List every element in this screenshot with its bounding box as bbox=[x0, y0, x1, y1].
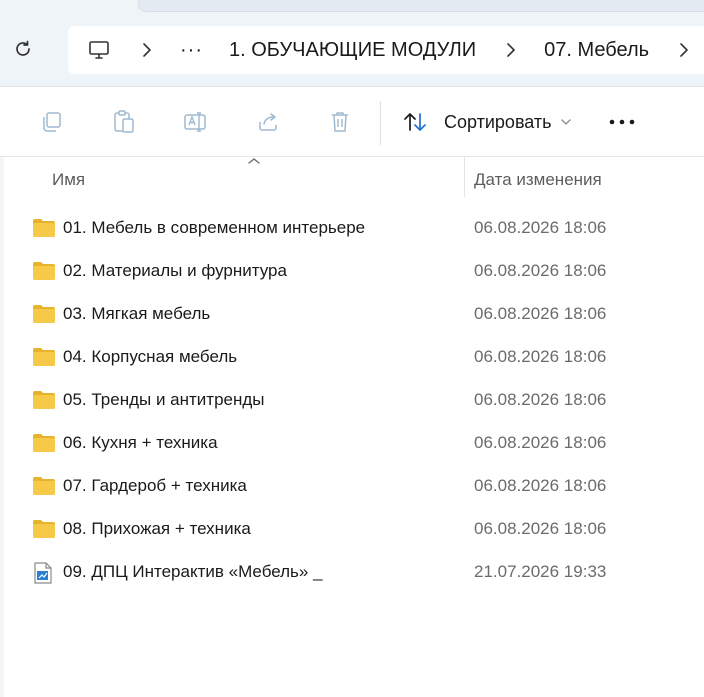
file-name: 06. Кухня + техника bbox=[63, 433, 218, 452]
this-pc-icon[interactable] bbox=[86, 37, 112, 63]
file-name: 08. Прихожая + техника bbox=[63, 519, 251, 538]
file-name: 04. Корпусная мебель bbox=[63, 347, 238, 366]
paste-icon[interactable] bbox=[111, 109, 137, 135]
folder-icon bbox=[32, 260, 56, 282]
shortcut-file-icon bbox=[32, 561, 56, 584]
sort-button[interactable]: Сортировать bbox=[402, 107, 572, 137]
file-list: 01. Мебель в современном интерьере 06.08.… bbox=[0, 206, 704, 593]
file-row[interactable]: 01. Мебель в современном интерьере 06.08.… bbox=[0, 206, 704, 249]
refresh-icon bbox=[16, 40, 30, 56]
file-name: 07. Гардероб + техника bbox=[63, 476, 247, 495]
file-name: 09. ДПЦ Интерактив «Мебель» _ bbox=[63, 562, 323, 581]
file-date-modified: 06.08.2026 18:06 bbox=[474, 476, 607, 495]
file-row[interactable]: 08. Прихожая + техника 06.08.2026 18:06 bbox=[0, 507, 704, 550]
file-row[interactable]: 03. Мягкая мебель 06.08.2026 18:06 bbox=[0, 292, 704, 335]
file-name: 02. Материалы и фурнитура bbox=[63, 261, 287, 280]
more-icon[interactable] bbox=[606, 107, 638, 137]
column-name[interactable]: Имя bbox=[52, 170, 85, 190]
file-name: 05. Тренды и антитренды bbox=[63, 390, 265, 409]
refresh-button[interactable] bbox=[8, 34, 38, 64]
breadcrumb-overflow[interactable]: ··· bbox=[180, 39, 203, 62]
file-row[interactable]: 06. Кухня + техника 06.08.2026 18:06 bbox=[0, 421, 704, 464]
rename-icon[interactable] bbox=[183, 109, 209, 135]
file-row[interactable]: 02. Материалы и фурнитура 06.08.2026 18:0… bbox=[0, 249, 704, 292]
delete-icon[interactable] bbox=[327, 109, 353, 135]
chevron-right-icon[interactable] bbox=[677, 40, 691, 60]
folder-icon bbox=[32, 346, 56, 368]
column-divider[interactable] bbox=[464, 157, 465, 197]
copy-icon[interactable] bbox=[39, 109, 65, 135]
sort-ascending-icon bbox=[248, 158, 260, 164]
folder-icon bbox=[32, 217, 56, 239]
file-name: 03. Мягкая мебель bbox=[63, 304, 211, 323]
file-name: 01. Мебель в современном интерьере bbox=[63, 218, 366, 237]
breadcrumb-furniture[interactable]: 07. Мебель bbox=[544, 39, 649, 62]
file-date-modified: 06.08.2026 18:06 bbox=[474, 433, 607, 452]
toolbar-divider bbox=[380, 101, 381, 145]
file-date-modified: 06.08.2026 18:06 bbox=[474, 347, 607, 366]
folder-icon bbox=[32, 475, 56, 497]
file-date-modified: 21.07.2026 19:33 bbox=[474, 562, 607, 581]
column-date-modified[interactable]: Дата изменения bbox=[474, 170, 602, 190]
sort-label: Сортировать bbox=[444, 111, 552, 132]
folder-icon bbox=[32, 518, 56, 540]
file-date-modified: 06.08.2026 18:06 bbox=[474, 390, 607, 409]
chevron-right-icon[interactable] bbox=[140, 40, 154, 60]
chevron-down-icon bbox=[560, 119, 571, 125]
chevron-right-icon[interactable] bbox=[504, 40, 518, 60]
address-bar[interactable]: ··· 1. ОБУЧАЮЩИЕ МОДУЛИ 07. Мебель bbox=[68, 26, 704, 74]
file-row[interactable]: 07. Гардероб + техника 06.08.2026 18:06 bbox=[0, 464, 704, 507]
file-date-modified: 06.08.2026 18:06 bbox=[474, 261, 607, 280]
command-bar: Сортировать bbox=[0, 86, 704, 157]
folder-icon bbox=[32, 389, 56, 411]
file-row[interactable]: 09. ДПЦ Интерактив «Мебель» _ 21.07.2026 … bbox=[0, 550, 704, 593]
file-date-modified: 06.08.2026 18:06 bbox=[474, 304, 607, 323]
sort-icon bbox=[404, 113, 426, 131]
folder-icon bbox=[32, 303, 56, 325]
share-icon[interactable] bbox=[255, 109, 281, 135]
file-date-modified: 06.08.2026 18:06 bbox=[474, 218, 607, 237]
file-row[interactable]: 05. Тренды и антитренды 06.08.2026 18:06 bbox=[0, 378, 704, 421]
navigation-bar: ··· 1. ОБУЧАЮЩИЕ МОДУЛИ 07. Мебель bbox=[0, 0, 704, 86]
breadcrumb-modules[interactable]: 1. ОБУЧАЮЩИЕ МОДУЛИ bbox=[229, 39, 476, 62]
folder-icon bbox=[32, 432, 56, 454]
file-date-modified: 06.08.2026 18:06 bbox=[474, 519, 607, 538]
file-row[interactable]: 04. Корпусная мебель 06.08.2026 18:06 bbox=[0, 335, 704, 378]
column-header: Имя Дата изменения bbox=[0, 157, 704, 201]
tab-strip-edge bbox=[138, 0, 704, 12]
